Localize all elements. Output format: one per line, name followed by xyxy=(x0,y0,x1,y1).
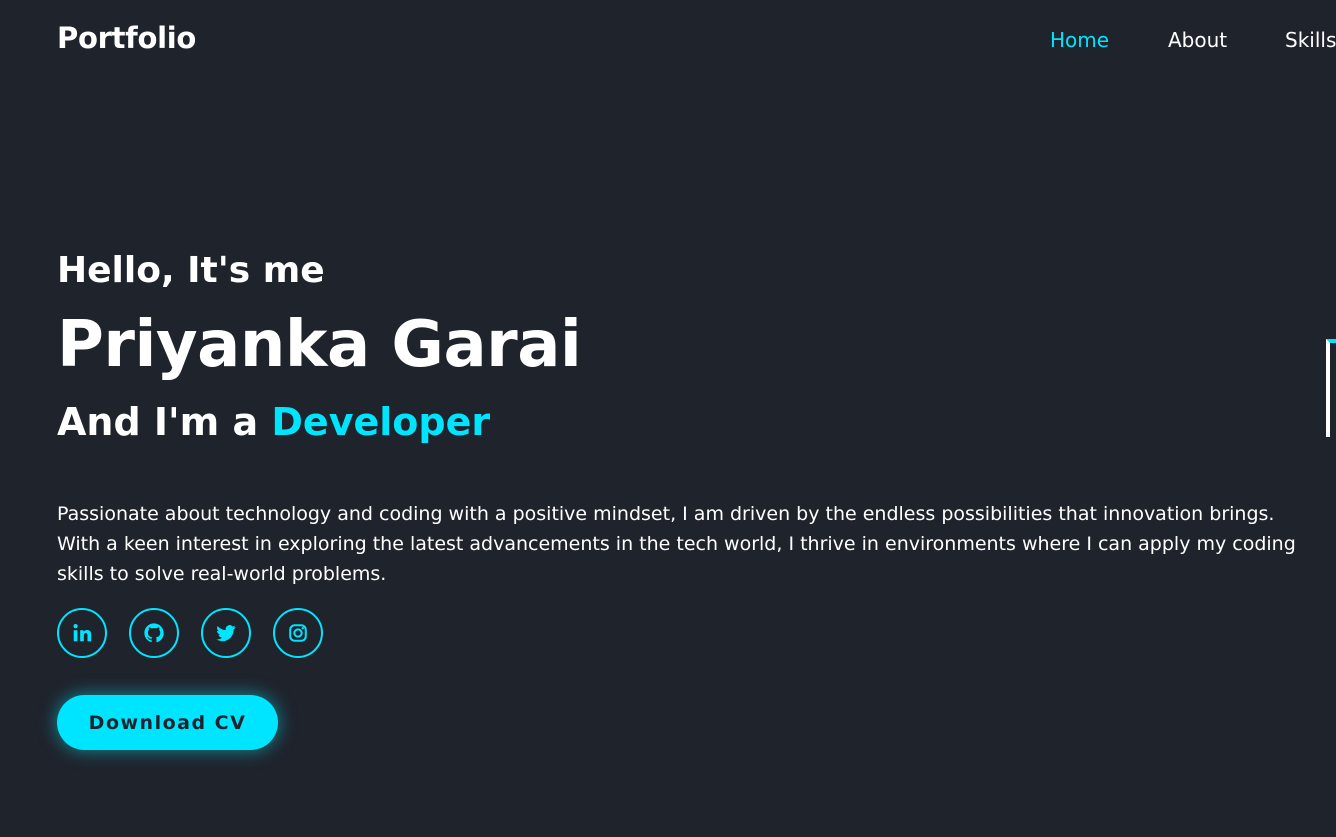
greeting-heading: Hello, It's me xyxy=(57,250,325,291)
linkedin-link[interactable] xyxy=(57,608,107,658)
role-prefix: And I'm a xyxy=(57,400,259,444)
portfolio-page: Portfolio Home About Skills Hello, It's … xyxy=(0,0,1336,837)
role-heading: And I'm a Developer xyxy=(57,400,490,444)
github-link[interactable] xyxy=(129,608,179,658)
instagram-icon xyxy=(289,624,307,642)
twitter-link[interactable] xyxy=(201,608,251,658)
download-cv-button[interactable]: Download CV xyxy=(57,695,278,750)
nav-link-home[interactable]: Home xyxy=(1050,28,1109,52)
instagram-link[interactable] xyxy=(273,608,323,658)
twitter-icon xyxy=(216,625,236,642)
site-header: Portfolio Home About Skills xyxy=(0,0,1336,80)
logo[interactable]: Portfolio xyxy=(57,21,196,55)
github-icon xyxy=(144,623,164,643)
nav-link-about[interactable]: About xyxy=(1168,28,1227,52)
edge-decoration xyxy=(1326,339,1336,437)
nav-link-skills[interactable]: Skills xyxy=(1285,28,1336,52)
description-text: Passionate about technology and coding w… xyxy=(57,503,1296,585)
name-heading: Priyanka Garai xyxy=(57,308,582,382)
linkedin-icon xyxy=(73,624,92,642)
role-highlight: Developer xyxy=(271,400,491,444)
